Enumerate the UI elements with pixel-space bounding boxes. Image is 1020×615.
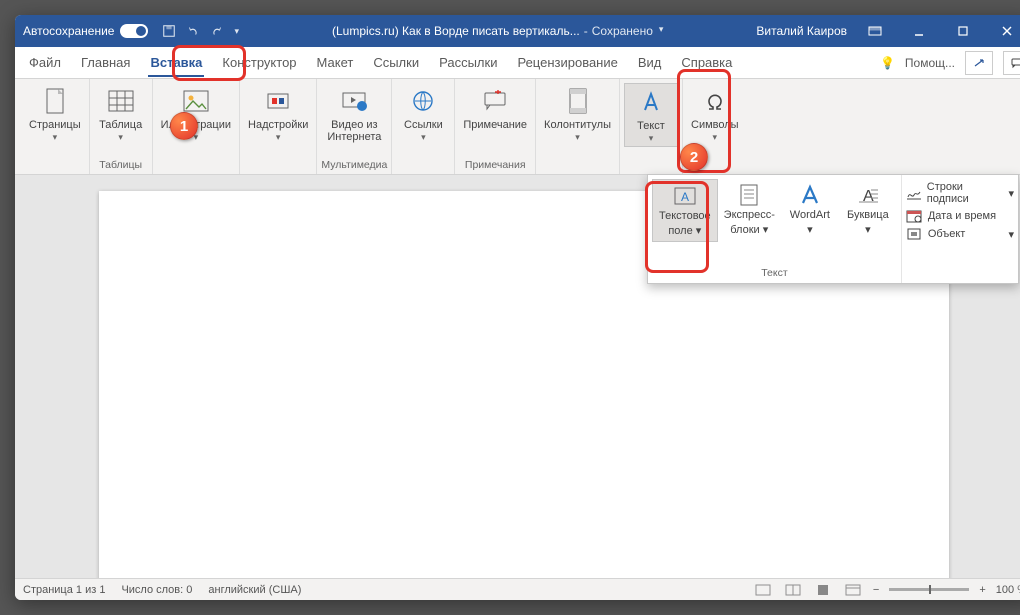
page-status[interactable]: Страница 1 из 1	[23, 584, 105, 596]
step-marker: 1	[170, 112, 198, 140]
text-icon	[635, 86, 667, 118]
language-status[interactable]: английский (США)	[208, 584, 301, 596]
links-button[interactable]: Ссылки▾	[396, 83, 450, 145]
object-button[interactable]: Объект▾	[906, 227, 1014, 241]
lightbulb-icon: 💡	[880, 56, 895, 70]
read-mode-icon[interactable]	[783, 582, 803, 598]
zoom-in-icon[interactable]: +	[979, 584, 985, 596]
tab-references[interactable]: Ссылки	[363, 47, 429, 79]
zoom-out-icon[interactable]: −	[873, 584, 879, 596]
quick-access-toolbar: ▾	[162, 24, 239, 38]
step-marker: 2	[680, 143, 708, 171]
undo-icon[interactable]	[186, 24, 200, 38]
dropcap-button[interactable]: A Буквица ▾	[839, 179, 897, 242]
addins-button[interactable]: Надстройки▾	[244, 83, 312, 145]
tab-home[interactable]: Главная	[71, 47, 140, 79]
table-icon	[105, 85, 137, 117]
print-layout-icon[interactable]	[813, 582, 833, 598]
comment-button[interactable]: Примечание	[459, 83, 531, 133]
tab-insert[interactable]: Вставка	[140, 47, 212, 79]
textbox-button[interactable]: A Текстовое поле ▾	[652, 179, 718, 242]
quickparts-icon	[734, 183, 764, 207]
word-window: Автосохранение ▾ (Lumpics.ru) Как в Ворд…	[15, 15, 1020, 600]
minimize-icon[interactable]	[899, 17, 939, 45]
wordart-button[interactable]: WordArt ▾	[781, 179, 839, 242]
quickparts-button[interactable]: Экспресс- блоки ▾	[718, 179, 781, 242]
dropcap-icon: A	[853, 183, 883, 207]
redo-icon[interactable]	[210, 24, 224, 38]
addins-icon	[262, 85, 294, 117]
text-gallery-popup: A Текстовое поле ▾ Экспресс- блоки ▾ Wor…	[647, 174, 1019, 284]
tab-design[interactable]: Конструктор	[212, 47, 306, 79]
object-icon	[906, 227, 922, 241]
tab-help[interactable]: Справка	[671, 47, 742, 79]
pages-button[interactable]: Страницы▾	[25, 83, 85, 145]
video-icon	[338, 85, 370, 117]
calendar-icon	[906, 209, 922, 223]
page-icon	[39, 85, 71, 117]
textbox-icon: A	[670, 184, 700, 208]
autosave-label: Автосохранение	[23, 24, 114, 38]
autosave-toggle[interactable]: Автосохранение	[23, 24, 148, 38]
date-time-button[interactable]: Дата и время	[906, 209, 1014, 223]
toggle-switch-icon	[120, 24, 148, 38]
zoom-level[interactable]: 100 %	[996, 584, 1020, 596]
tab-layout[interactable]: Макет	[307, 47, 364, 79]
maximize-icon[interactable]	[943, 17, 983, 45]
illustrations-button[interactable]: Иллюстрации▾	[157, 83, 235, 145]
signature-icon	[906, 186, 921, 200]
close-icon[interactable]	[987, 17, 1020, 45]
ribbon-tabs: Файл Главная Вставка Конструктор Макет С…	[15, 47, 1020, 79]
tab-mailings[interactable]: Рассылки	[429, 47, 507, 79]
word-count[interactable]: Число слов: 0	[121, 584, 192, 596]
save-icon[interactable]	[162, 24, 176, 38]
svg-text:A: A	[681, 190, 689, 204]
web-layout-icon[interactable]	[843, 582, 863, 598]
titlebar: Автосохранение ▾ (Lumpics.ru) Как в Ворд…	[15, 15, 1020, 47]
header-footer-icon	[562, 85, 594, 117]
ribbon-display-icon[interactable]	[855, 17, 895, 45]
symbols-button[interactable]: Символы▾	[687, 83, 743, 145]
status-bar: Страница 1 из 1 Число слов: 0 английский…	[15, 578, 1020, 600]
document-title: (Lumpics.ru) Как в Ворде писать вертикал…	[239, 24, 756, 38]
comments-button[interactable]	[1003, 51, 1020, 75]
qat-dropdown-icon[interactable]: ▾	[234, 26, 239, 37]
user-name[interactable]: Виталий Каиров	[756, 24, 847, 38]
comment-icon	[479, 85, 511, 117]
tab-review[interactable]: Рецензирование	[507, 47, 627, 79]
signature-line-button[interactable]: Строки подписи▾	[906, 181, 1014, 205]
text-button[interactable]: Текст▾	[624, 83, 678, 147]
table-button[interactable]: Таблица▾	[94, 83, 148, 145]
zoom-slider[interactable]	[889, 588, 969, 591]
tell-me[interactable]: Помощ...	[905, 56, 955, 70]
focus-mode-icon[interactable]	[753, 582, 773, 598]
tab-view[interactable]: Вид	[628, 47, 672, 79]
tab-file[interactable]: Файл	[19, 47, 71, 79]
link-icon	[407, 85, 439, 117]
ribbon-insert: Страницы▾ Таблица▾ Таблицы Иллюстрации▾	[15, 79, 1020, 175]
share-button[interactable]	[965, 51, 993, 75]
online-video-button[interactable]: Видео изИнтернета	[323, 83, 385, 145]
headers-button[interactable]: Колонтитулы▾	[540, 83, 615, 145]
omega-icon	[699, 85, 731, 117]
wordart-icon	[795, 183, 825, 207]
